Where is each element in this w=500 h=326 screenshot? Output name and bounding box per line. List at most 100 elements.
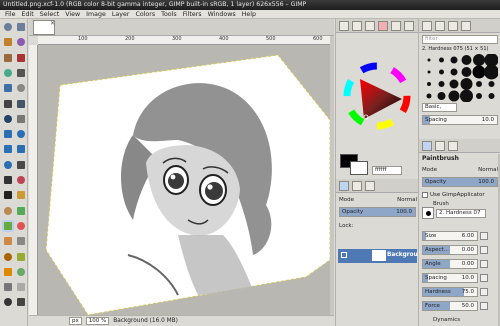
brush-preset[interactable] bbox=[449, 79, 459, 89]
brush-grid[interactable] bbox=[422, 54, 498, 102]
blur-tool[interactable] bbox=[2, 281, 14, 293]
align-tool[interactable] bbox=[2, 113, 14, 125]
rect-select-tool[interactable] bbox=[2, 21, 14, 33]
reset-icon[interactable] bbox=[480, 288, 488, 296]
brush-preset[interactable] bbox=[427, 82, 431, 86]
image-tab-thumbnail[interactable]: ✕ bbox=[33, 20, 55, 35]
move-tool[interactable] bbox=[15, 98, 27, 110]
brush-preset[interactable] bbox=[473, 54, 485, 66]
brush-preset[interactable] bbox=[472, 65, 486, 79]
zoom-select[interactable]: 100 % bbox=[85, 317, 110, 325]
brush-preset[interactable] bbox=[450, 56, 458, 64]
tab-cmyk[interactable] bbox=[404, 21, 414, 31]
tab-scales[interactable] bbox=[352, 21, 362, 31]
hex-color-field[interactable]: ffffff bbox=[372, 166, 402, 175]
scale-tool[interactable] bbox=[2, 143, 14, 155]
airbrush-tool[interactable] bbox=[2, 235, 14, 247]
brush-preset[interactable] bbox=[460, 78, 473, 90]
tab-fg-color[interactable] bbox=[339, 21, 349, 31]
shear-tool[interactable] bbox=[15, 143, 27, 155]
free-select-tool[interactable] bbox=[2, 36, 14, 48]
background-color[interactable] bbox=[350, 161, 368, 175]
foreground-select-tool[interactable] bbox=[2, 67, 14, 79]
crop-tool[interactable] bbox=[15, 113, 27, 125]
text-tool[interactable] bbox=[2, 189, 14, 201]
tool-spacing-slider[interactable]: Spacing 10.0 bbox=[422, 273, 478, 283]
brush-preset[interactable] bbox=[448, 90, 460, 102]
reset-icon[interactable] bbox=[480, 302, 488, 310]
fuzzy-select-tool[interactable] bbox=[15, 36, 27, 48]
reset-icon[interactable] bbox=[480, 246, 488, 254]
tab-wheel[interactable] bbox=[378, 21, 388, 31]
tab-watercolor[interactable] bbox=[391, 21, 401, 31]
eye-icon[interactable] bbox=[341, 252, 347, 258]
tab-undo[interactable] bbox=[448, 141, 458, 151]
brush-preset[interactable] bbox=[484, 64, 498, 80]
menu-help[interactable]: Help bbox=[239, 10, 259, 19]
brush-preset[interactable] bbox=[439, 69, 444, 75]
ink-tool[interactable] bbox=[15, 235, 27, 247]
menu-file[interactable]: File bbox=[2, 10, 19, 19]
tool-mode-select[interactable]: Normal bbox=[478, 167, 498, 173]
menu-layer[interactable]: Layer bbox=[109, 10, 133, 19]
ellipse-select-tool[interactable] bbox=[15, 21, 27, 33]
menu-filters[interactable]: Filters bbox=[180, 10, 205, 19]
brush-preset[interactable] bbox=[427, 58, 431, 62]
fg-bg-swatches[interactable] bbox=[340, 154, 370, 176]
clone-tool[interactable] bbox=[15, 251, 27, 263]
unit-select[interactable]: px bbox=[69, 317, 82, 325]
tab-palette[interactable] bbox=[365, 21, 375, 31]
tool-size-slider[interactable]: Size 6.00 bbox=[422, 231, 478, 241]
menu-edit[interactable]: Edit bbox=[19, 10, 37, 19]
menu-image[interactable]: Image bbox=[83, 10, 109, 19]
rotate-tool[interactable] bbox=[15, 128, 27, 140]
paths-tool[interactable] bbox=[15, 67, 27, 79]
brush-preset[interactable] bbox=[461, 67, 472, 77]
reset-icon[interactable] bbox=[480, 260, 488, 268]
burn-tool[interactable] bbox=[15, 296, 27, 308]
pencil-tool[interactable] bbox=[15, 205, 27, 217]
tool-angle-slider[interactable]: Angle 0.00 bbox=[422, 259, 478, 269]
color-picker-tool[interactable] bbox=[2, 82, 14, 94]
menu-windows[interactable]: Windows bbox=[205, 10, 239, 19]
tool-force-slider[interactable]: Force 50.0 bbox=[422, 301, 478, 311]
vertical-scrollbar[interactable] bbox=[330, 36, 334, 315]
brush-preset[interactable] bbox=[438, 81, 445, 87]
heal-tool[interactable] bbox=[2, 266, 14, 278]
reset-icon[interactable] bbox=[480, 232, 488, 240]
layer-mode-select[interactable]: Normal bbox=[397, 197, 417, 203]
mypaint-tool[interactable] bbox=[2, 251, 14, 263]
brush-filter-input[interactable]: filter bbox=[422, 35, 498, 44]
tab-patterns[interactable] bbox=[435, 21, 445, 31]
warp-tool[interactable] bbox=[15, 174, 27, 186]
measure-tool[interactable] bbox=[2, 98, 14, 110]
brush-preset-select[interactable]: Basic, bbox=[422, 103, 457, 112]
color-select-tool[interactable] bbox=[2, 52, 14, 64]
bucket-fill-tool[interactable] bbox=[15, 189, 27, 201]
brush-preset[interactable] bbox=[427, 70, 431, 74]
paintbrush-tool[interactable] bbox=[2, 219, 14, 232]
unified-transform-tool[interactable] bbox=[2, 128, 14, 140]
brush-preset[interactable] bbox=[476, 93, 482, 99]
close-icon[interactable]: ✕ bbox=[50, 21, 55, 27]
tab-paths[interactable] bbox=[365, 181, 375, 191]
tool-hardness-slider[interactable]: Hardness 75.0 bbox=[422, 287, 478, 297]
applicator-checkbox[interactable] bbox=[422, 191, 428, 198]
tab-brushes[interactable] bbox=[422, 21, 432, 31]
flip-tool[interactable] bbox=[15, 159, 27, 171]
eraser-tool[interactable] bbox=[15, 220, 27, 232]
tool-aspect-slider[interactable]: Aspect... 0.00 bbox=[422, 245, 478, 255]
tab-channels[interactable] bbox=[352, 181, 362, 191]
brush-preset[interactable] bbox=[426, 93, 432, 99]
tab-layers[interactable] bbox=[339, 181, 349, 191]
brush-preset[interactable] bbox=[439, 57, 444, 63]
brush-preset[interactable] bbox=[488, 93, 495, 99]
smudge-tool[interactable] bbox=[15, 281, 27, 293]
brush-preset[interactable] bbox=[476, 81, 482, 87]
brush-name-field[interactable]: 2. Hardness 07 bbox=[436, 209, 486, 218]
menu-colors[interactable]: Colors bbox=[132, 10, 158, 19]
dodge-tool[interactable] bbox=[2, 296, 14, 308]
brush-preset[interactable] bbox=[460, 89, 473, 103]
menu-select[interactable]: Select bbox=[37, 10, 62, 19]
brush-preset[interactable] bbox=[450, 68, 458, 76]
